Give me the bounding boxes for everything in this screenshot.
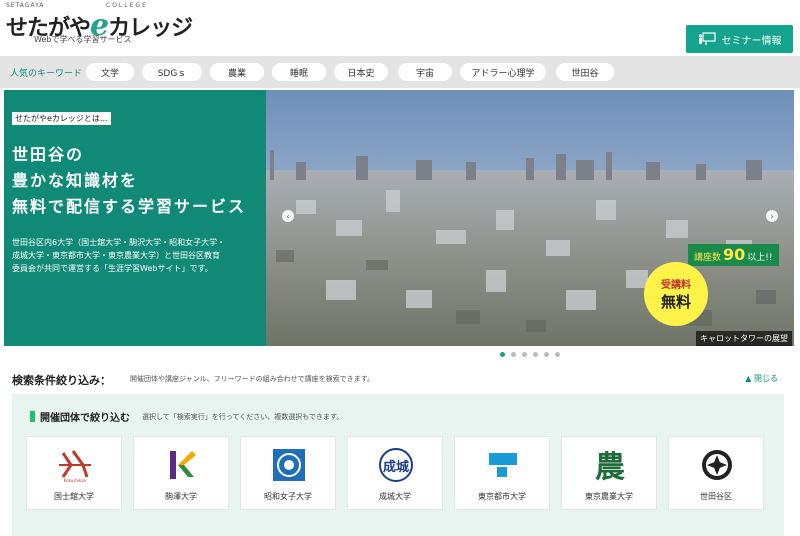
seijo-logo-icon: 成城 — [379, 448, 413, 482]
free-badge-line1: 受講料 — [661, 280, 691, 291]
kokushikan-logo-icon: Kokushikan — [59, 450, 91, 483]
course-count-label: 講座数 — [694, 253, 722, 263]
nodai-logo-icon: 農 — [595, 450, 625, 483]
carousel-next-button[interactable]: › — [766, 210, 778, 222]
org-card-tcu[interactable]: 東京都市大学 — [454, 436, 550, 510]
org-card-name: 駒澤大学 — [165, 492, 197, 501]
logo-tagline: Webで学べる学習サービス — [34, 35, 132, 44]
carousel-dot[interactable] — [511, 352, 516, 357]
course-count-tail: 以上!! — [747, 253, 773, 263]
org-card-setagaya[interactable]: 世田谷区 — [668, 436, 764, 510]
search-conditions-hint: 開催団体や講座ジャンル、フリーワードの組み合わせで講座を検索できます。 — [130, 375, 374, 383]
organizer-filter-hint: 選択して「検索実行」を行ってください、複数選択もできます。 — [142, 413, 344, 421]
hero-desc-line: 成城大学・東京都市大学・東京農業大学）と世田谷区教育 — [12, 251, 220, 260]
carousel-dot[interactable] — [555, 352, 560, 357]
org-card-name: 世田谷区 — [700, 492, 732, 501]
keyword-pill[interactable]: 世田谷 — [556, 63, 614, 81]
nodai-logo-text: 農 — [595, 450, 625, 483]
popular-keywords-bar: 人気のキーワード 文学 SDGｓ 農業 睡眠 日本史 宇宙 アドラー心理学 世田… — [0, 56, 800, 88]
hero-title: 世田谷の 豊かな知識材を 無料で配信する学習サービス — [12, 142, 246, 220]
org-card-kokushikan[interactable]: Kokushikan 国士舘大学 — [26, 436, 122, 510]
keyword-pill[interactable]: アドラー心理学 — [460, 63, 546, 81]
org-card-name: 東京都市大学 — [478, 492, 526, 501]
popular-keywords-label: 人気のキーワード — [10, 69, 83, 79]
hero-slide-image[interactable]: ‹ › 講座数 90 以上!! 受講料 無料 キャロットタワーの展望 — [266, 90, 794, 346]
carousel-dot[interactable] — [544, 352, 549, 357]
hero-desc-line: 世田谷区内6大学（国士舘大学・駒沢大学・昭和女子大学・ — [12, 238, 226, 247]
organizer-filter-title: 開催団体で絞り込む — [40, 413, 130, 424]
search-conditions-title: 検索条件絞り込み： — [12, 374, 111, 387]
org-card-name: 成城大学 — [379, 492, 411, 501]
seijo-logo-text: 成城 — [383, 459, 409, 475]
free-badge-line2: 無料 — [660, 293, 691, 311]
hero-title-line: 無料で配信する学習サービス — [12, 197, 247, 216]
hero-intro-panel: せたがやeカレッジとは... 世田谷の 豊かな知識材を 無料で配信する学習サービ… — [4, 90, 266, 346]
carousel-dot[interactable] — [533, 352, 538, 357]
org-card-name: 東京農業大学 — [585, 492, 633, 501]
hero-title-line: 豊かな知識材を — [12, 171, 139, 190]
seminar-info-label: セミナー情報 — [721, 35, 782, 47]
hero-kicker: せたがやeカレッジとは... — [12, 112, 111, 125]
hero-carousel: せたがやeカレッジとは... 世田谷の 豊かな知識材を 無料で配信する学習サービ… — [4, 90, 794, 346]
search-conditions-header: 検索条件絞り込み： 開催団体や講座ジャンル、フリーワードの組み合わせで講座を検索… — [12, 372, 782, 388]
setagaya-seal-icon — [702, 450, 732, 480]
seminar-info-button[interactable]: セミナー情報 — [686, 25, 793, 53]
free-tuition-badge: 受講料 無料 — [644, 262, 708, 326]
org-card-komazawa[interactable]: 駒澤大学 — [133, 436, 229, 510]
presentation-icon — [698, 32, 716, 45]
keyword-pill[interactable]: SDGｓ — [142, 63, 202, 81]
hero-description: 世田谷区内6大学（国士舘大学・駒沢大学・昭和女子大学・ 成城大学・東京都市大学・… — [12, 236, 225, 275]
showa-logo-icon — [273, 449, 305, 481]
kokushikan-logo-text: Kokushikan — [64, 478, 87, 483]
section-marker — [30, 411, 35, 422]
org-card-nodai[interactable]: 農 東京農業大学 — [561, 436, 657, 510]
organizer-filter-panel: 開催団体で絞り込む 選択して「検索実行」を行ってください、複数選択もできます。 … — [12, 394, 784, 536]
hero-title-line: 世田谷の — [12, 145, 85, 164]
site-header: SETAGAYA COLLEGE せたがやeカレッジ Webで学べる学習サービス… — [0, 0, 800, 56]
carousel-prev-button[interactable]: ‹ — [282, 210, 294, 222]
keyword-pill[interactable]: 宇宙 — [398, 63, 452, 81]
komazawa-logo-icon — [170, 451, 196, 479]
org-card-seijo[interactable]: 成城 成城大学 — [347, 436, 443, 510]
photo-caption: キャロットタワーの展望 — [696, 331, 792, 346]
course-count-badge: 講座数 90 以上!! — [688, 244, 779, 266]
collapse-filters-link[interactable]: ▲ 閉じる — [745, 373, 778, 384]
keyword-pill[interactable]: 農業 — [210, 63, 264, 81]
keyword-pill[interactable]: 日本史 — [334, 63, 388, 81]
hero-badges: 講座数 90 以上!! 受講料 無料 — [644, 244, 779, 334]
carousel-dots — [500, 352, 560, 357]
keyword-pill[interactable]: 睡眠 — [272, 63, 326, 81]
course-count-value: 90 — [723, 245, 746, 264]
hero-desc-line: 委員会が共同で運営する「生涯学習Webサイト」です。 — [12, 264, 213, 273]
org-card-name: 国士舘大学 — [54, 492, 94, 501]
keyword-pill[interactable]: 文学 — [86, 63, 134, 81]
carousel-dot[interactable] — [522, 352, 527, 357]
org-card-showa[interactable]: 昭和女子大学 — [240, 436, 336, 510]
org-card-name: 昭和女子大学 — [264, 492, 312, 501]
carousel-dot[interactable] — [500, 352, 505, 357]
tcu-logo-icon — [489, 453, 517, 477]
